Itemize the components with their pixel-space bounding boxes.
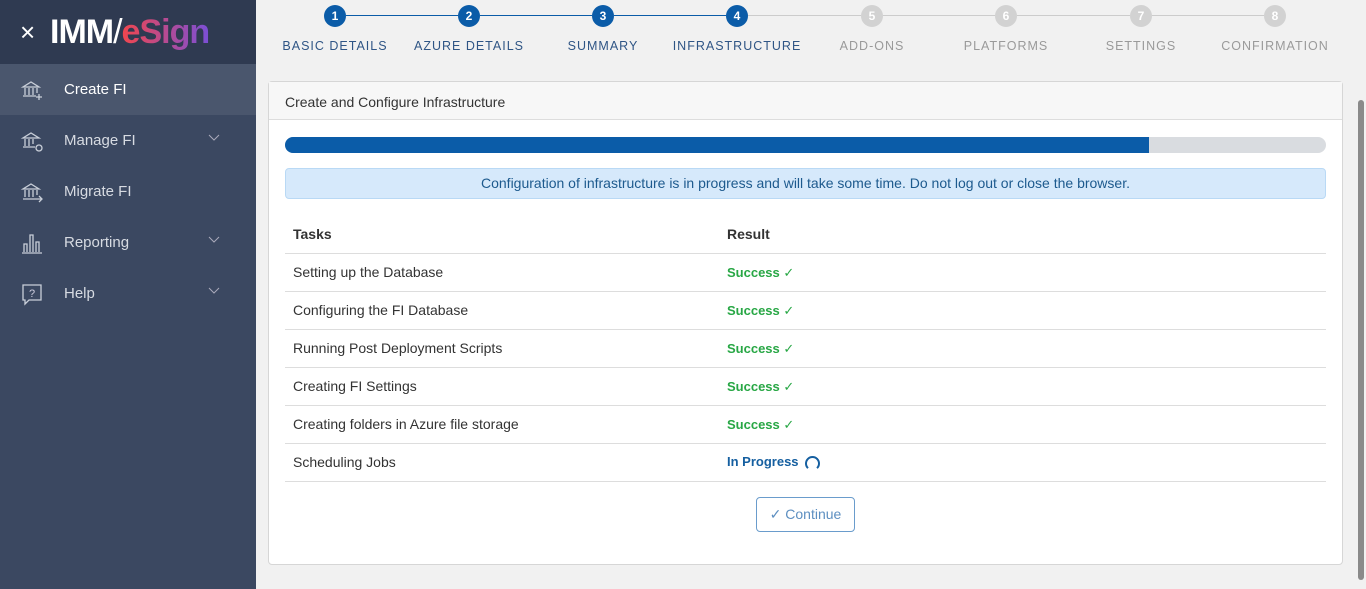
step-number: 7 bbox=[1130, 5, 1152, 27]
sidebar-item-label: Reporting bbox=[64, 234, 130, 251]
bar-chart-icon bbox=[22, 233, 42, 254]
sidebar-item-create-fi[interactable]: Create FI bbox=[0, 64, 256, 115]
step-number: 5 bbox=[861, 5, 883, 27]
check-icon: ✓ bbox=[783, 264, 795, 280]
step-6[interactable]: 6 PLATFORMS bbox=[939, 5, 1073, 53]
step-label: SUMMARY bbox=[567, 39, 639, 53]
task-name: Configuring the FI Database bbox=[285, 291, 719, 330]
chevron-down-icon bbox=[208, 236, 220, 243]
step-connector bbox=[614, 15, 726, 16]
step-1[interactable]: 1 BASIC DETAILS bbox=[268, 5, 402, 53]
task-result: Success ✓ bbox=[719, 253, 1326, 292]
step-4[interactable]: 4 INFRASTRUCTURE bbox=[670, 5, 804, 53]
scrollbar-thumb[interactable] bbox=[1358, 100, 1364, 580]
sidebar-item-label: Manage FI bbox=[64, 132, 136, 149]
continue-button[interactable]: ✓ Continue bbox=[756, 497, 855, 532]
step-connector bbox=[1017, 15, 1130, 16]
table-row: Running Post Deployment Scripts Success ✓ bbox=[285, 329, 1326, 368]
bank-plus-icon bbox=[20, 80, 42, 100]
step-label: AZURE DETAILS bbox=[413, 39, 524, 53]
step-5[interactable]: 5 ADD-ONS bbox=[805, 5, 939, 53]
sidebar-item-label: Create FI bbox=[64, 81, 127, 98]
status-in-progress: In Progress bbox=[727, 454, 820, 471]
step-number: 1 bbox=[324, 5, 346, 27]
step-7[interactable]: 7 SETTINGS bbox=[1074, 5, 1208, 53]
spinner-icon bbox=[804, 455, 820, 471]
table-row: Creating FI Settings Success ✓ bbox=[285, 367, 1326, 406]
task-result: Success ✓ bbox=[719, 367, 1326, 406]
task-result: Success ✓ bbox=[719, 291, 1326, 330]
status-success: Success ✓ bbox=[727, 378, 795, 394]
sidebar-item-help[interactable]: ? Help bbox=[0, 268, 256, 319]
task-name: Creating FI Settings bbox=[285, 367, 719, 406]
step-number: 4 bbox=[726, 5, 748, 27]
sidebar-item-migrate-fi[interactable]: Migrate FI bbox=[0, 166, 256, 217]
step-label: SETTINGS bbox=[1105, 39, 1177, 53]
step-connector bbox=[1152, 15, 1264, 16]
step-connector bbox=[883, 15, 995, 16]
step-number: 8 bbox=[1264, 5, 1286, 27]
task-result: Success ✓ bbox=[719, 405, 1326, 444]
table-row: Setting up the Database Success ✓ bbox=[285, 253, 1326, 292]
task-name: Scheduling Jobs bbox=[285, 443, 719, 482]
table-row: Creating folders in Azure file storage Su… bbox=[285, 405, 1326, 444]
status-success: Success ✓ bbox=[727, 340, 795, 356]
sidebar-item-label: Migrate FI bbox=[64, 183, 132, 200]
step-3[interactable]: 3 SUMMARY bbox=[536, 5, 670, 53]
logo-bar: × IMM/eSign bbox=[0, 0, 256, 64]
status-success: Success ✓ bbox=[727, 302, 795, 318]
info-alert: Configuration of infrastructure is in pr… bbox=[285, 168, 1326, 199]
infrastructure-card: Create and Configure Infrastructure Conf… bbox=[268, 81, 1343, 565]
sidebar-item-reporting[interactable]: Reporting bbox=[0, 217, 256, 268]
sidebar-item-label: Help bbox=[64, 285, 95, 302]
step-label: CONFIRMATION bbox=[1221, 39, 1329, 53]
step-label: INFRASTRUCTURE bbox=[672, 39, 802, 53]
sidebar-item-manage-fi[interactable]: Manage FI bbox=[0, 115, 256, 166]
stepper: 1 BASIC DETAILS 2 AZURE DETAILS 3 SUMMARY 4 INF… bbox=[256, 0, 1356, 70]
check-icon: ✓ bbox=[783, 302, 795, 318]
task-name: Running Post Deployment Scripts bbox=[285, 329, 719, 368]
main: 1 BASIC DETAILS 2 AZURE DETAILS 3 SUMMARY 4 INF… bbox=[256, 0, 1356, 589]
check-icon: ✓ bbox=[783, 416, 795, 432]
step-label: PLATFORMS bbox=[963, 39, 1049, 53]
column-header-result: Result bbox=[719, 215, 1326, 254]
check-icon: ✓ bbox=[783, 378, 795, 394]
progress-bar-fill bbox=[285, 137, 1150, 153]
scrollbar[interactable] bbox=[1356, 0, 1366, 589]
card-title: Create and Configure Infrastructure bbox=[269, 82, 1342, 120]
close-icon[interactable]: × bbox=[20, 17, 50, 48]
check-icon: ✓ bbox=[783, 340, 795, 356]
chevron-down-icon bbox=[208, 287, 220, 294]
sidebar: × IMM/eSign Create FI Manage FI Migrate FI… bbox=[0, 0, 256, 589]
tasks-table: Tasks Result Setting up the Database Succ… bbox=[285, 215, 1326, 482]
check-icon: ✓ bbox=[769, 506, 782, 522]
bank-gear-icon bbox=[20, 131, 43, 152]
step-number: 3 bbox=[592, 5, 614, 27]
step-label: ADD-ONS bbox=[839, 39, 905, 53]
continue-label: Continue bbox=[785, 506, 842, 522]
step-label: BASIC DETAILS bbox=[282, 39, 388, 53]
step-2[interactable]: 2 AZURE DETAILS bbox=[402, 5, 536, 53]
chevron-down-icon bbox=[208, 134, 220, 141]
table-row: Configuring the FI Database Success ✓ bbox=[285, 291, 1326, 330]
bank-arrow-icon bbox=[20, 182, 43, 202]
status-success: Success ✓ bbox=[727, 416, 795, 432]
task-name: Setting up the Database bbox=[285, 253, 719, 292]
column-header-tasks: Tasks bbox=[285, 215, 719, 254]
status-success: Success ✓ bbox=[727, 264, 795, 280]
help-bubble-icon: ? bbox=[22, 283, 42, 306]
step-connector bbox=[748, 15, 861, 16]
logo: IMM/eSign bbox=[50, 12, 210, 51]
progress-bar bbox=[285, 137, 1326, 153]
step-number: 2 bbox=[458, 5, 480, 27]
svg-text:?: ? bbox=[29, 288, 35, 300]
task-result: Success ✓ bbox=[719, 329, 1326, 368]
step-8[interactable]: 8 CONFIRMATION bbox=[1208, 5, 1342, 53]
step-connector bbox=[346, 15, 458, 16]
task-name: Creating folders in Azure file storage bbox=[285, 405, 719, 444]
step-number: 6 bbox=[995, 5, 1017, 27]
step-connector bbox=[480, 15, 592, 16]
task-result: In Progress bbox=[719, 443, 1326, 482]
table-row: Scheduling Jobs In Progress bbox=[285, 443, 1326, 482]
